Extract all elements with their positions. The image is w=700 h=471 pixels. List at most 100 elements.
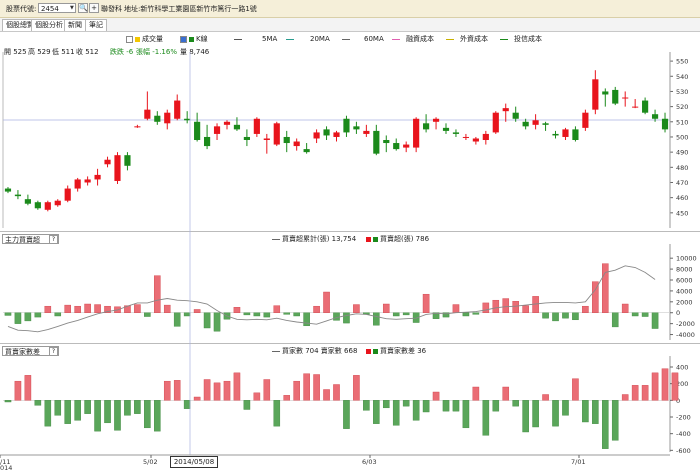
candle-body [622,97,629,99]
panel3-help-icon[interactable]: ? [49,347,58,356]
company-name: 聯發科 [101,5,122,13]
p3-ytick-label: 200 [676,380,688,388]
panel3-legend-bar: 買賣家數差 36 [366,346,426,356]
company-address: 地址:新竹科學工業園區新竹市篤行一路1號 [124,5,257,13]
p2-bar [293,312,300,317]
p3-bar [492,400,500,412]
p3-bar [4,400,12,403]
high-value: 高 529 [28,48,51,56]
line-icon [272,350,280,352]
p3-bar [373,400,380,424]
tab-news[interactable]: 新聞 [64,19,86,31]
p2-ytick-label: 4000 [676,287,693,295]
p3-bar [363,400,370,411]
p3-bar [44,400,52,427]
p2-ytick-label: 2000 [676,298,693,306]
candle-body [293,141,300,147]
p3-bar [74,400,81,421]
candle-body [383,140,390,144]
p3-bar [173,380,181,401]
p2-bar [313,305,320,313]
legend-trust-cost[interactable]: 投信成本 [500,34,542,44]
p3-bar [611,400,619,441]
p2-bar [582,305,589,313]
p3-bar [183,400,191,409]
p3-bar [562,400,569,416]
candle-body [303,149,310,153]
panel2-legend-bar: 買賣超(張) 786 [366,234,429,244]
legend-volume[interactable]: 成交量 [126,34,163,44]
symbol-dropdown-icon[interactable]: ▼ [70,5,74,11]
price-ytick-label: 490 [676,149,688,157]
line-icon [392,38,400,40]
p2-bar [134,304,141,313]
p2-ytick-label: -2000 [676,320,695,328]
legend-ma20[interactable]: 20MA [286,34,330,44]
swatch-icon [373,236,378,242]
p2-bar [482,302,490,313]
candle-body [64,188,71,201]
candle-body [562,129,569,137]
candle-body [661,118,669,130]
checkbox-icon[interactable] [126,35,133,43]
x-tick-label: /11 [0,458,10,466]
p3-bar [233,372,241,401]
candle-body [194,121,201,140]
p3-bar [392,400,400,426]
candle-body [253,118,260,134]
p3-bar [34,400,42,406]
p3-bar [64,400,71,424]
panel3-legend-line: 買家數 704 賣家數 668 [272,346,357,356]
legend-ma5[interactable]: 5MA [234,34,277,44]
checkbox-icon[interactable] [180,35,187,43]
legend-ma60[interactable]: 60MA [342,34,384,44]
tab-notes[interactable]: 筆記 [85,19,107,31]
change-value: 跌跌 -6 [110,48,134,56]
p3-bar [263,379,271,401]
p3-bar [671,372,679,401]
p3-bar [432,391,440,401]
candle-body [233,124,241,130]
price-ytick-label: 480 [676,164,688,172]
p2-bar [392,312,400,317]
price-ytick-label: 470 [676,179,688,187]
price-ytick-label: 540 [676,73,688,81]
line-icon [342,38,350,40]
panel2-help-icon[interactable]: ? [49,235,58,244]
candle-body [592,79,599,110]
legend-label: 投信成本 [514,35,542,43]
add-icon[interactable]: + [89,3,99,13]
candle-body [552,133,559,136]
p2-bar [124,305,131,313]
p2-bar [452,304,460,313]
p2-bar [412,312,420,323]
candle-body [642,100,649,113]
p2-bar [382,303,390,313]
candle-body [512,112,519,119]
p3-bar [542,394,549,401]
candle-body [452,132,460,134]
p3-bar [114,400,121,431]
legend-foreign-cost[interactable]: 外資成本 [446,34,488,44]
legend-label: 買家數 704 賣家數 668 [282,347,358,355]
candle-body [144,109,151,119]
candle-body [74,179,81,189]
legend-kline[interactable]: K線 [180,34,208,44]
p2-bar [44,305,52,313]
line-icon [234,38,242,40]
search-icon[interactable]: 🔍 [78,3,88,13]
p3-bar [24,375,32,401]
p3-bar [243,400,251,410]
tab-analysis[interactable]: 個股分析 [31,19,67,31]
candle-body [373,130,380,154]
p2-cumulative-line [7,265,656,333]
legend-margin-cost[interactable]: 融資成本 [392,34,434,44]
p3-bar [14,380,22,401]
candle-body [582,112,589,128]
p2-bar [273,305,281,313]
p2-bar [14,312,22,324]
line-icon [500,38,508,40]
p3-bar [472,386,480,401]
candle-body [84,179,91,183]
p2-bar [532,296,539,313]
